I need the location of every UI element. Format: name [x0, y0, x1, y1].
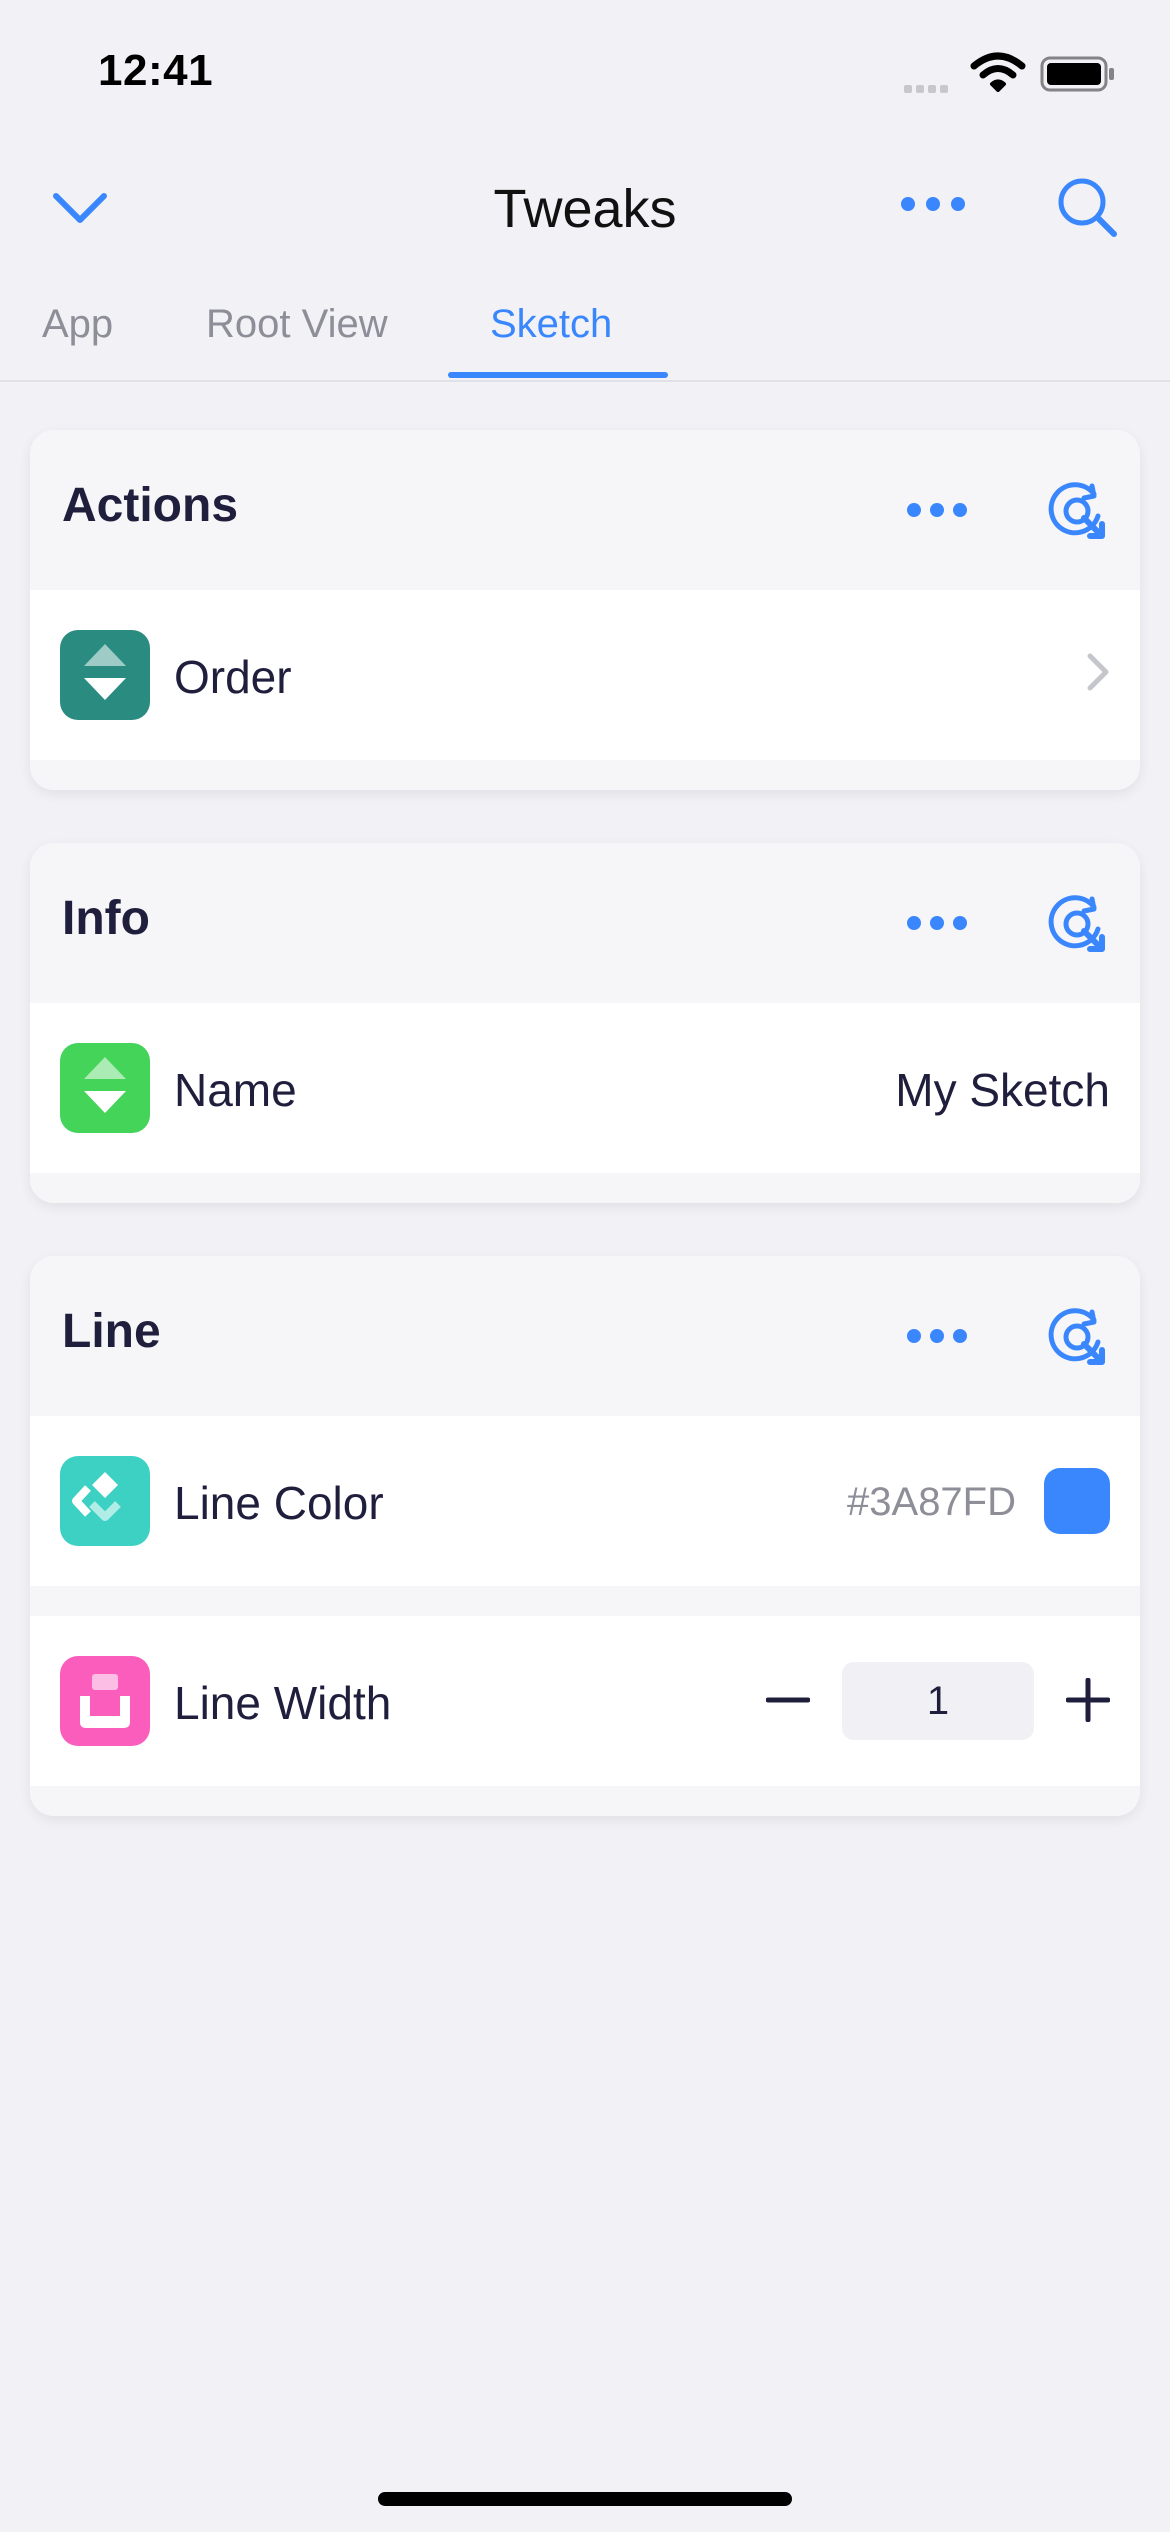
increment-button[interactable]	[1065, 1677, 1111, 1727]
color-icon	[60, 1456, 150, 1546]
section-more-icon[interactable]	[906, 502, 968, 523]
home-indicator[interactable]	[378, 2492, 792, 2506]
section-header: Info	[30, 843, 1140, 1003]
color-swatch[interactable]	[1044, 1468, 1110, 1534]
more-options-icon[interactable]	[900, 196, 966, 217]
section-header: Actions	[30, 430, 1140, 590]
section-title: Line	[62, 1305, 161, 1358]
search-icon[interactable]	[1056, 176, 1120, 245]
reset-icon[interactable]	[1046, 1306, 1108, 1373]
line-section: Line Line Color #3A87FD Line Width 1	[30, 1256, 1140, 1816]
section-more-icon[interactable]	[906, 915, 968, 936]
battery-icon	[1040, 56, 1116, 97]
tab-app[interactable]: App	[42, 302, 113, 347]
wifi-icon	[970, 52, 1026, 97]
tab-root-view[interactable]: Root View	[206, 302, 388, 347]
section-more-icon[interactable]	[906, 1328, 968, 1349]
width-icon	[60, 1656, 150, 1746]
row-separator	[30, 1586, 1140, 1616]
card-footer	[30, 760, 1140, 790]
row-label: Line Color	[174, 1477, 384, 1529]
section-title: Info	[62, 892, 150, 945]
chevron-right-icon	[1086, 652, 1110, 697]
section-title: Actions	[62, 479, 239, 532]
card-footer	[30, 1786, 1140, 1816]
name-value[interactable]: My Sketch	[895, 1063, 1110, 1117]
name-icon	[60, 1043, 150, 1133]
decrement-button[interactable]	[765, 1678, 811, 1727]
reset-icon[interactable]	[1046, 480, 1108, 547]
reset-icon[interactable]	[1046, 893, 1108, 960]
info-section: Info Name My Sketch	[30, 843, 1140, 1203]
tab-sketch[interactable]: Sketch	[490, 302, 612, 347]
status-bar: 12:41	[0, 0, 1170, 140]
row-label: Line Width	[174, 1677, 392, 1729]
line-width-row: Line Width 1	[30, 1616, 1140, 1786]
order-icon	[60, 630, 150, 720]
color-hex-value: #3A87FD	[847, 1480, 1016, 1524]
actions-section: Actions Order	[30, 430, 1140, 790]
row-label: Order	[174, 651, 292, 703]
name-row[interactable]: Name My Sketch	[30, 1003, 1140, 1173]
card-footer	[30, 1173, 1140, 1203]
order-row[interactable]: Order	[30, 590, 1140, 760]
cellular-signal-icon	[904, 80, 952, 98]
tab-bar: App Root View Sketch	[0, 290, 1170, 382]
section-header: Line	[30, 1256, 1140, 1416]
line-color-row[interactable]: Line Color #3A87FD	[30, 1416, 1140, 1586]
nav-title: Tweaks	[493, 179, 677, 239]
line-width-value[interactable]: 1	[842, 1662, 1034, 1740]
active-tab-indicator	[448, 372, 668, 378]
row-label: Name	[174, 1064, 297, 1116]
status-time: 12:41	[98, 46, 214, 95]
